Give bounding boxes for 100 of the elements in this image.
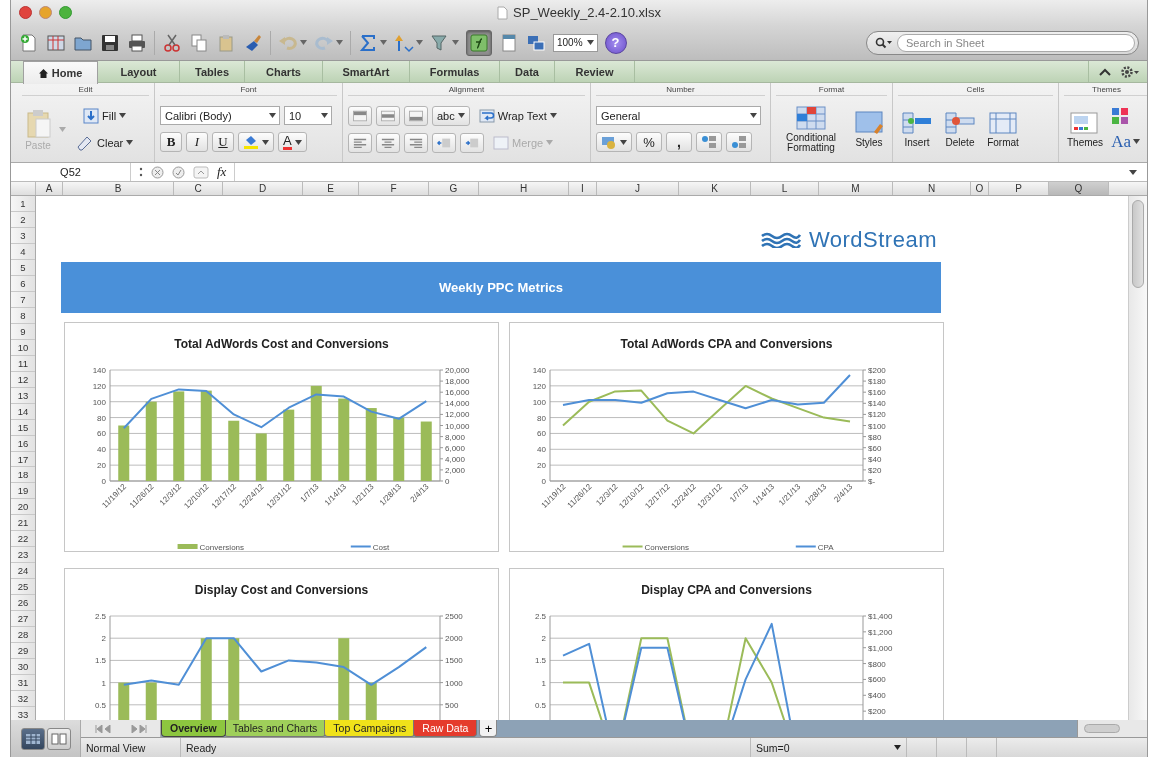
row-header[interactable]: 23 [11, 547, 35, 564]
row-header[interactable]: 17 [11, 451, 35, 468]
column-header[interactable]: K [679, 182, 751, 195]
copy-icon[interactable] [189, 32, 209, 53]
sheet-tab[interactable]: Top Campaigns [324, 720, 416, 737]
zoom-button[interactable] [59, 6, 72, 20]
scrollbar-thumb[interactable] [1084, 724, 1120, 733]
row-header[interactable]: 24 [11, 563, 35, 580]
row-header[interactable]: 3 [11, 227, 35, 244]
percent-button[interactable]: % [636, 132, 662, 152]
function-label[interactable]: fx [217, 164, 227, 180]
formula-builder-button[interactable] [466, 29, 492, 56]
save-icon[interactable] [100, 32, 120, 53]
ribbon-tab[interactable]: Layout [98, 61, 180, 82]
fill-button[interactable]: Fill [71, 105, 139, 126]
row-header[interactable]: 8 [11, 307, 35, 324]
column-header[interactable]: O [971, 182, 989, 195]
row-header[interactable]: 25 [11, 579, 35, 596]
close-button[interactable] [19, 6, 32, 20]
italic-button[interactable]: I [186, 132, 208, 152]
font-color-button[interactable]: A [278, 132, 307, 152]
collapse-icon[interactable] [1099, 67, 1111, 76]
number-format-dropdown[interactable]: General [596, 106, 761, 125]
row-header[interactable]: 11 [11, 355, 35, 372]
row-header[interactable]: 12 [11, 371, 35, 388]
delete-button[interactable]: Delete [941, 110, 979, 148]
row-header[interactable]: 6 [11, 275, 35, 292]
row-header[interactable]: 31 [11, 675, 35, 692]
row-header[interactable]: 5 [11, 259, 35, 276]
horizontal-scrollbar[interactable] [1077, 720, 1147, 737]
conditional-formatting-button[interactable]: Conditional Formatting [776, 105, 846, 153]
page-layout-button[interactable] [46, 727, 71, 750]
row-header[interactable]: 15 [11, 419, 35, 436]
column-header[interactable]: H [479, 182, 569, 195]
gallery-icon[interactable] [46, 32, 66, 53]
gear-icon[interactable] [1121, 65, 1139, 78]
insert-function-icon[interactable] [193, 165, 209, 179]
column-header[interactable]: I [569, 182, 597, 195]
orientation-button[interactable]: abc [432, 105, 470, 126]
row-header[interactable]: 2 [11, 211, 35, 228]
add-sheet-button[interactable]: + [479, 720, 498, 737]
row-header[interactable]: 28 [11, 627, 35, 644]
column-header[interactable]: F [359, 182, 429, 195]
row-header[interactable]: 13 [11, 387, 35, 404]
row-header[interactable]: 1 [11, 196, 35, 212]
align-center-button[interactable] [376, 132, 400, 153]
expand-icon[interactable] [1127, 168, 1139, 176]
increase-decimal-button[interactable] [696, 132, 722, 152]
search-icon[interactable] [875, 36, 893, 49]
align-top-button[interactable] [348, 105, 372, 126]
sidebar-icon[interactable] [499, 32, 519, 53]
sheet-navigation-icon[interactable] [94, 724, 147, 733]
sheet-tab[interactable]: Overview [161, 720, 226, 737]
bold-button[interactable]: B [160, 132, 182, 152]
row-header[interactable]: 4 [11, 243, 35, 260]
column-header[interactable]: J [597, 182, 679, 195]
column-header[interactable]: Q [1049, 182, 1109, 195]
column-header[interactable]: N [893, 182, 971, 195]
sheet-tab[interactable]: Raw Data [413, 720, 478, 737]
ribbon-tab[interactable]: Home [23, 61, 98, 84]
wrap-text-button[interactable]: Wrap Text [473, 105, 562, 126]
cell-name-field[interactable]: Q52 [11, 163, 131, 181]
scissors-icon[interactable] [162, 32, 182, 53]
column-header[interactable]: M [819, 182, 893, 195]
normal-view-button[interactable] [20, 727, 45, 750]
align-bottom-button[interactable] [404, 105, 428, 126]
font-name-dropdown[interactable]: Calibri (Body) [160, 106, 280, 125]
clipboard-icon[interactable] [216, 32, 236, 53]
row-header[interactable]: 30 [11, 659, 35, 676]
column-header[interactable]: G [429, 182, 479, 195]
format-cells-button[interactable]: Format [984, 110, 1022, 148]
ribbon-tab[interactable]: Tables [180, 61, 245, 82]
row-header[interactable]: 7 [11, 291, 35, 308]
filter-icon[interactable] [430, 32, 450, 53]
row-header[interactable]: 32 [11, 691, 35, 707]
decrease-indent-button[interactable] [432, 132, 456, 153]
row-header[interactable]: 9 [11, 323, 35, 340]
currency-button[interactable] [596, 132, 632, 152]
row-header[interactable]: 19 [11, 483, 35, 500]
underline-button[interactable]: U [212, 132, 234, 152]
ribbon-tab[interactable]: Data [500, 61, 555, 82]
font-size-dropdown[interactable]: 10 [284, 106, 332, 125]
ribbon-tab[interactable]: Review [555, 61, 635, 82]
styles-button[interactable]: Styles [851, 110, 887, 148]
row-header[interactable]: 16 [11, 435, 35, 452]
minimize-button[interactable] [39, 6, 52, 20]
confirm-icon[interactable] [172, 165, 185, 179]
column-header[interactable]: E [303, 182, 359, 195]
column-header[interactable]: A [36, 182, 63, 195]
new-document-icon[interactable] [19, 32, 39, 53]
cancel-icon[interactable] [151, 165, 164, 179]
row-header[interactable]: 22 [11, 531, 35, 548]
ribbon-tab[interactable]: SmartArt [323, 61, 410, 82]
row-header[interactable]: 27 [11, 611, 35, 628]
column-header[interactable]: B [63, 182, 174, 195]
comma-button[interactable]: , [666, 132, 692, 152]
row-header[interactable]: 20 [11, 499, 35, 516]
increase-indent-button[interactable] [460, 132, 484, 153]
vertical-scrollbar[interactable] [1128, 196, 1147, 720]
row-header[interactable]: 26 [11, 595, 35, 612]
